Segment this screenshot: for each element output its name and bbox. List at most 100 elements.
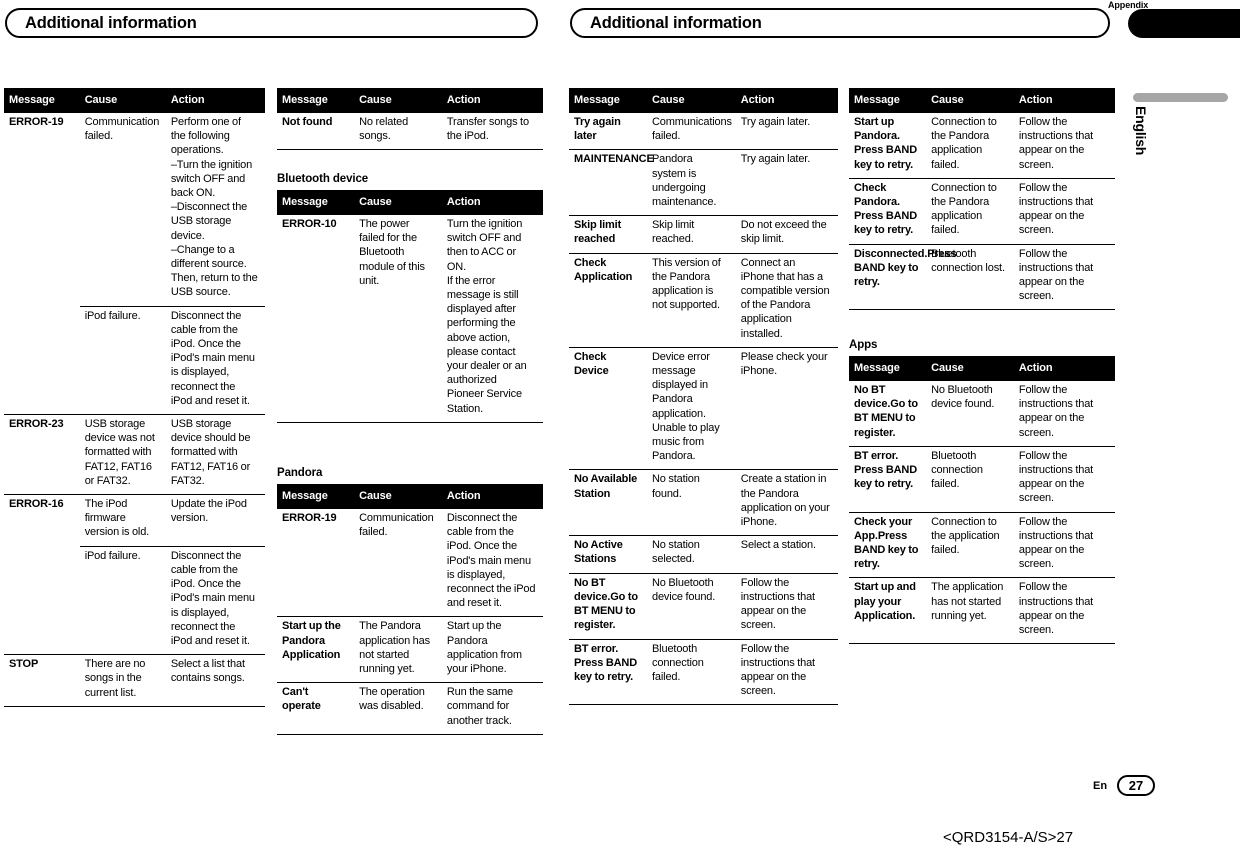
cell-message: Check Application	[569, 252, 647, 348]
column-header-message: Message	[277, 484, 355, 509]
cell-message: Check Device	[569, 346, 647, 470]
table-row: Start up the Pandora Application The Pand…	[277, 616, 543, 683]
cell-message: Skip limit reached	[569, 215, 647, 254]
page-header-left: Additional information	[5, 8, 538, 38]
cell-action: Disconnect the cable from the iPod. Once…	[441, 507, 543, 617]
cell-action: Follow the instructions that appear on t…	[1013, 445, 1115, 513]
table-row: Can't operate The operation was disabled.…	[277, 682, 543, 735]
cell-cause: USB storage device was not formatted wit…	[79, 414, 166, 495]
table-header-row: Message Cause Action	[849, 356, 1115, 381]
table-row: No Active Stations No station selected. Se…	[569, 535, 838, 574]
table-block-pandora-3: Message Cause Action Start up Pandora. Pres…	[849, 88, 1115, 311]
table-pandora-2: Message Cause Action Try again later Communi…	[569, 88, 838, 706]
cell-message: Try again later	[569, 111, 647, 150]
cell-cause: Bluetooth connection failed.	[926, 445, 1014, 513]
cell-cause: iPod failure.	[79, 545, 166, 655]
table-row: BT error. Press BAND key to retry. Blueto…	[569, 638, 838, 706]
section-title: Pandora	[277, 467, 323, 479]
table-block-notfound: Message Cause Action Not found No related so…	[277, 88, 543, 151]
column-header-action: Action	[735, 88, 838, 113]
table-row: iPod failure. Disconnect the cable from t…	[4, 545, 265, 655]
document-code: <QRD3154-A/S>27	[943, 829, 1074, 846]
cell-action: Start up the Pandora application from yo…	[441, 616, 543, 683]
cell-message: Not found	[277, 111, 355, 151]
table-row: ERROR-16 The iPod firmware version is old…	[4, 494, 265, 547]
cell-action: Perform one of the following operations.…	[165, 112, 265, 307]
column-header-cause: Cause	[354, 484, 442, 509]
cell-cause: Pandora system is undergoing maintenance…	[647, 149, 736, 216]
table-row: Start up and play your Application. The a…	[849, 577, 1115, 645]
table-row: Try again later Communications failed. Try…	[569, 111, 838, 150]
cell-message: Start up Pandora. Press BAND key to retr…	[849, 112, 927, 179]
cell-action: Follow the instructions that appear on t…	[735, 572, 838, 639]
cell-cause: Communication failed.	[79, 112, 166, 307]
table-row: iPod failure. Disconnect the cable from t…	[4, 305, 265, 415]
column-header-cause: Cause	[926, 88, 1014, 113]
cell-cause: Communications failed.	[647, 111, 736, 150]
table-row: STOP There are no songs in the current li…	[4, 654, 265, 707]
language-tab-label: English	[1133, 106, 1149, 156]
cell-action: Create a station in the Pandora applicat…	[735, 469, 838, 536]
cell-cause: Connection to the Pandora application fa…	[926, 177, 1014, 245]
table-pandora-1: Message Cause Action ERROR-19 Communication …	[277, 484, 543, 735]
cell-action: Select a list that contains songs.	[165, 654, 265, 707]
cell-cause: Connection to the application failed.	[926, 511, 1014, 578]
table-notfound: Message Cause Action Not found No related so…	[277, 88, 543, 151]
cell-message: ERROR-16	[4, 494, 80, 547]
cell-action: Try again later.	[735, 149, 838, 216]
column-header-action: Action	[441, 484, 543, 509]
table-header-row: Message Cause Action	[849, 88, 1115, 113]
cell-message: ERROR-19	[277, 507, 355, 617]
cell-message	[4, 546, 80, 654]
column-header-action: Action	[441, 88, 543, 113]
table-bluetooth-device: Message Cause Action ERROR-10 The power fail…	[277, 190, 543, 423]
table-row: Start up Pandora. Press BAND key to retr…	[849, 112, 1115, 179]
table-row: Check Application This version of the Pan…	[569, 252, 838, 348]
table-block-pandora-1: Pandora Message Cause Action ERROR-19 Communi…	[277, 467, 543, 735]
table-row: ERROR-10 The power failed for the Bluetoo…	[277, 214, 543, 423]
cell-cause: No Bluetooth device found.	[926, 380, 1014, 447]
cell-cause: This version of the Pandora application …	[647, 252, 736, 348]
page-title-right: Additional information	[590, 13, 762, 32]
column-header-cause: Cause	[647, 88, 736, 113]
language-tab-bar	[1133, 93, 1228, 102]
table-pandora-3: Message Cause Action Start up Pandora. Pres…	[849, 88, 1115, 311]
cell-action: Select a station.	[735, 535, 838, 574]
cell-cause: Device error message displayed in Pandor…	[647, 346, 736, 470]
section-title: Bluetooth device	[277, 173, 369, 185]
column-header-action: Action	[1013, 88, 1115, 113]
cell-action: Try again later.	[735, 111, 838, 150]
cell-message: No Available Station	[569, 469, 647, 536]
table-row: MAINTENANCE Pandora system is undergoing …	[569, 149, 838, 216]
table-block-ipod-usb: Message Cause Action ERROR-19 Communication …	[4, 88, 265, 707]
table-row: BT error. Press BAND key to retry. Blueto…	[849, 445, 1115, 513]
table-row: Check your App.Press BAND key to retry. C…	[849, 511, 1115, 578]
table-apps: Message Cause Action No BT device.Go to BT …	[849, 356, 1115, 645]
page-header-right: Additional information	[570, 8, 1110, 38]
table-header-row: Message Cause Action	[569, 88, 838, 113]
cell-cause: The operation was disabled.	[354, 682, 442, 735]
table-row: Disconnected.Press BAND key to retry. Blu…	[849, 243, 1115, 311]
cell-message: ERROR-23	[4, 414, 80, 495]
table-row: No BT device.Go to BT MENU to register. N…	[849, 380, 1115, 447]
cell-action: USB storage device should be formatted w…	[165, 414, 265, 495]
column-header-action: Action	[441, 190, 543, 215]
cell-cause: There are no songs in the current list.	[79, 654, 166, 707]
cell-message	[4, 306, 80, 414]
cell-message: No BT device.Go to BT MENU to register.	[849, 380, 927, 447]
table-header-row: Message Cause Action	[277, 88, 543, 113]
cell-message: Check your App.Press BAND key to retry.	[849, 511, 927, 578]
cell-cause: No station found.	[647, 469, 736, 536]
page-number-badge: 27	[1117, 775, 1155, 796]
cell-message: No Active Stations	[569, 535, 647, 574]
appendix-thumb-tab	[1128, 9, 1240, 38]
column-header-message: Message	[277, 190, 355, 215]
table-header-row: Message Cause Action	[277, 484, 543, 509]
cell-message: Disconnected.Press BAND key to retry.	[849, 243, 957, 311]
cell-cause: Skip limit reached.	[647, 215, 736, 254]
cell-cause: The Pandora application has not started …	[354, 616, 442, 683]
cell-action: Turn the ignition switch OFF and then to…	[441, 214, 543, 423]
column-header-message: Message	[849, 88, 927, 113]
table-row: Check Pandora. Press BAND key to retry. C…	[849, 177, 1115, 245]
table-row: ERROR-19 Communication failed. Perform one…	[4, 112, 265, 307]
